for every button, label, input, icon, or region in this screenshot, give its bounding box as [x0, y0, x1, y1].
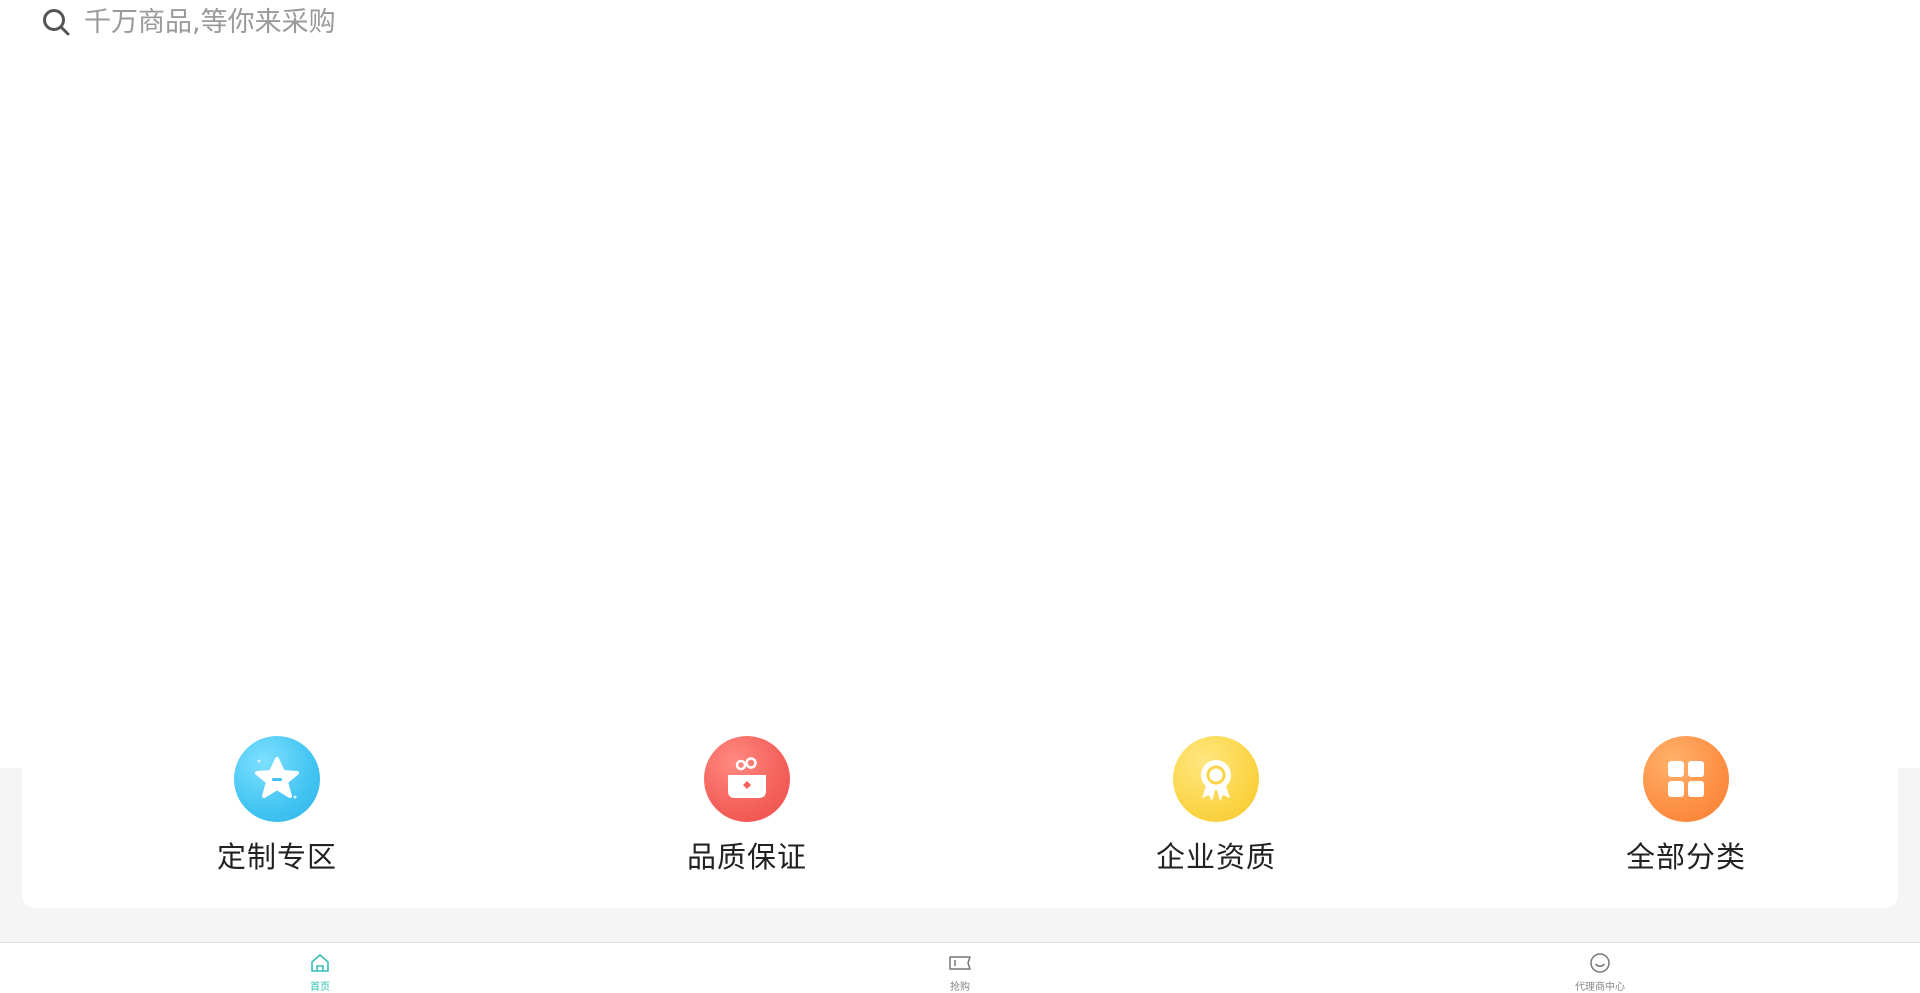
search-input[interactable]: [84, 2, 684, 42]
ticket-icon: [948, 951, 972, 975]
quick-entry-label: 全部分类: [1625, 840, 1746, 874]
grid-icon: [1643, 736, 1729, 822]
bottom-tab-bar: 首页 抢购 代理商中心: [0, 942, 1920, 993]
smile-icon: [1588, 951, 1612, 975]
quick-entry-card: 定制专区 品质保证 企业资质 全部分类: [22, 700, 1898, 908]
star-icon: [234, 736, 320, 822]
home-page: 定制专区 品质保证 企业资质: [0, 0, 1920, 993]
quick-entry-custom-zone[interactable]: 定制专区: [177, 736, 377, 886]
gift-box-icon: [704, 736, 790, 822]
certificate-icon: [1173, 736, 1259, 822]
quick-entry-quality-guarantee[interactable]: 品质保证: [647, 736, 847, 886]
quick-entry-label: 企业资质: [1155, 840, 1276, 874]
quick-entry-label: 品质保证: [686, 840, 807, 874]
tab-label: 抢购: [950, 982, 970, 993]
tab-home[interactable]: 首页: [240, 943, 400, 993]
search-bar: [0, 0, 1920, 44]
tab-label: 代理商中心: [1575, 982, 1625, 993]
tab-label: 首页: [310, 982, 330, 993]
home-icon: [308, 951, 332, 975]
search-icon[interactable]: [40, 6, 72, 38]
quick-entry-label: 定制专区: [216, 840, 337, 874]
quick-entry-company-qualification[interactable]: 企业资质: [1116, 736, 1316, 886]
tab-flash-sale[interactable]: 抢购: [880, 943, 1040, 993]
quick-entry-all-categories[interactable]: 全部分类: [1586, 736, 1786, 886]
tab-agent-center[interactable]: 代理商中心: [1520, 943, 1680, 993]
